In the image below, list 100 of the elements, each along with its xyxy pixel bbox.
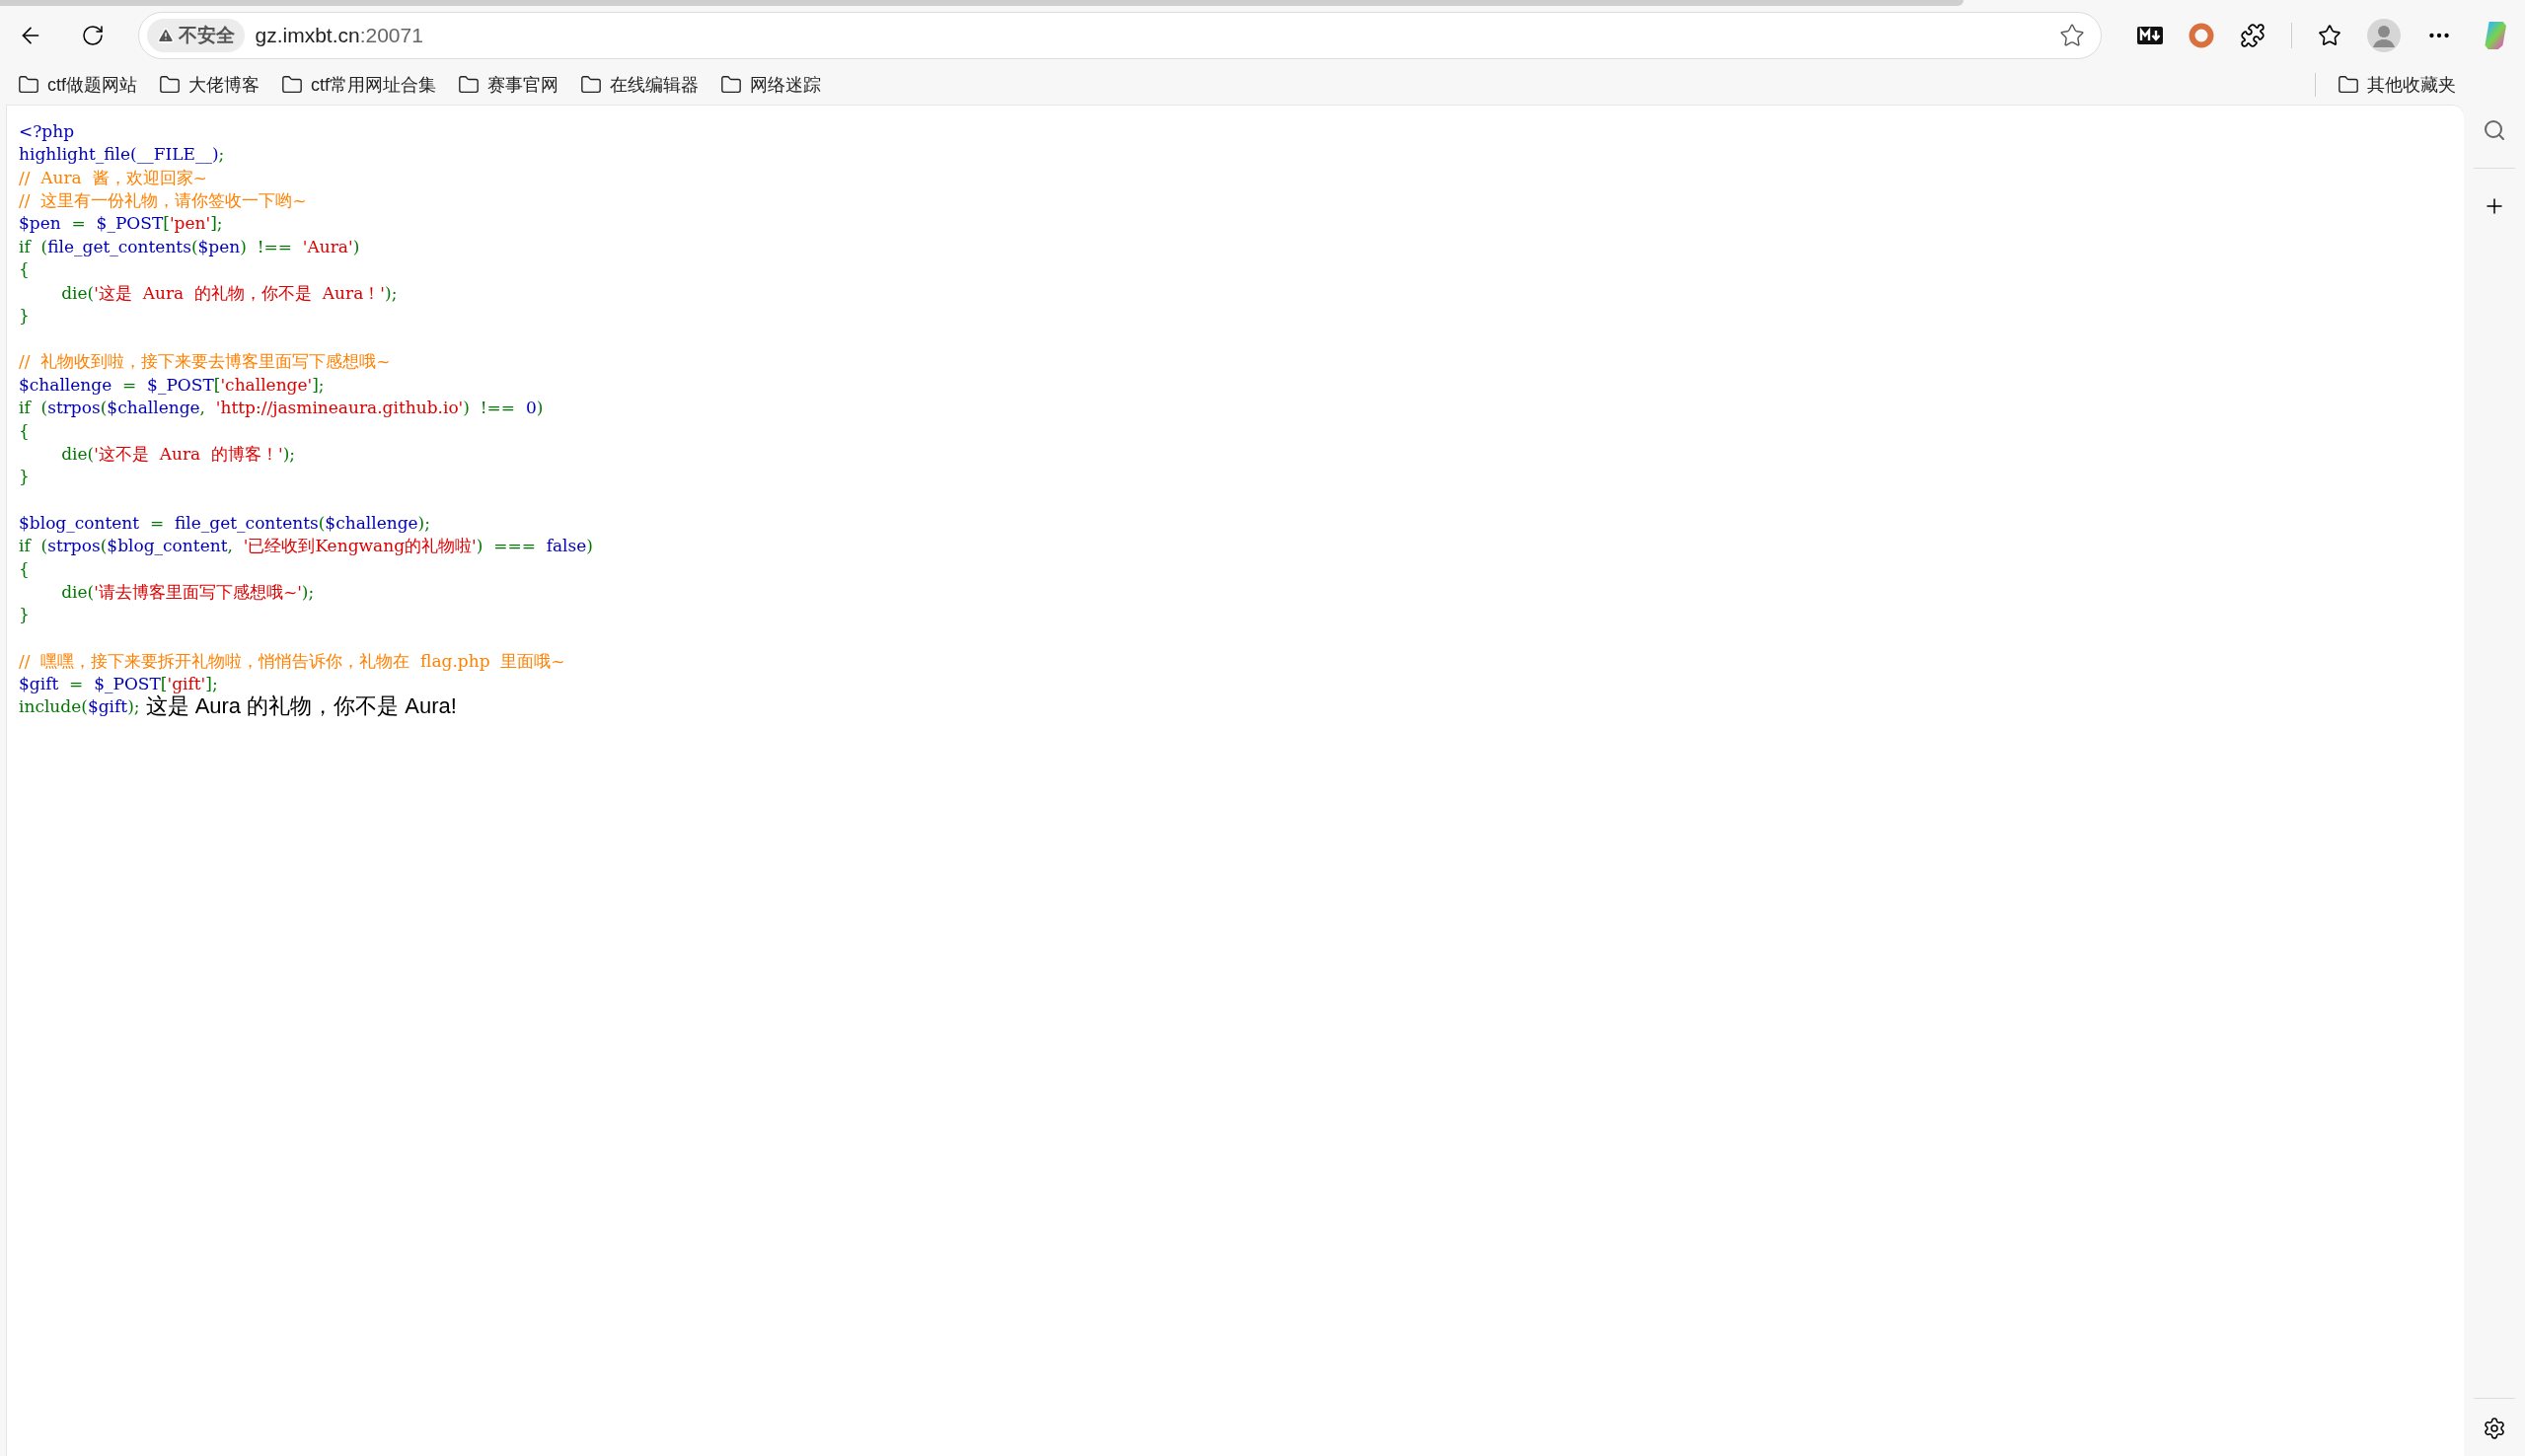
code-keyword: ); (127, 695, 140, 719)
folder-icon (2338, 74, 2359, 96)
code-identifier: $_POST (147, 373, 214, 397)
code-string: 'Aura' (302, 235, 353, 258)
code-identifier: $challenge (19, 373, 112, 397)
code-keyword: ) (586, 535, 593, 558)
ring-icon[interactable] (2189, 23, 2214, 48)
code-keyword: , (199, 397, 206, 420)
folder-icon (281, 74, 303, 96)
code-keyword: ); (385, 281, 398, 305)
code-keyword: = (68, 673, 85, 696)
code-keyword: ) !== (463, 397, 517, 420)
code-keyword: if ( (19, 235, 48, 258)
code-keyword: ) !== (240, 235, 293, 258)
extensions-icon[interactable] (2240, 23, 2265, 48)
code-keyword: die( (60, 442, 95, 466)
code-identifier: $challenge (107, 397, 200, 420)
code-identifier: highlight_file(__FILE__) (19, 143, 219, 167)
code-string: 'challenge' (220, 373, 313, 397)
security-badge[interactable]: 不安全 (147, 19, 246, 52)
code-keyword: } (19, 305, 30, 328)
bookmark-folder[interactable]: 大佬博客 (159, 71, 260, 99)
code-keyword: ]; (205, 673, 218, 696)
code-string: '这不是 Aura 的博客！' (94, 442, 283, 466)
favorite-star-icon[interactable] (2059, 23, 2085, 48)
folder-icon (159, 74, 181, 96)
code-keyword: ]; (210, 212, 223, 236)
bookmark-folder[interactable]: ctf做题网站 (18, 71, 137, 99)
warning-icon (157, 27, 176, 44)
settings-icon[interactable] (2483, 1417, 2506, 1440)
code-identifier: $blog_content (107, 535, 228, 558)
code-identifier: $_POST (94, 673, 161, 695)
code-keyword: { (19, 258, 30, 282)
code-keyword: ( (100, 397, 108, 420)
code-keyword: ( (100, 535, 108, 558)
code-keyword: { (19, 557, 30, 581)
code-identifier: strpos (47, 397, 101, 420)
code-string: 'http://jasmineaura.github.io' (215, 397, 464, 420)
search-icon[interactable] (2483, 118, 2506, 142)
code-identifier: file_get_contents (47, 235, 191, 258)
code-keyword: ); (282, 442, 296, 466)
bookmark-folder[interactable]: ctf常用网址合集 (281, 71, 437, 99)
code-string: 'pen' (169, 212, 211, 236)
code-keyword: ( (190, 235, 198, 258)
code-keyword: = (70, 212, 87, 236)
code-identifier: $blog_content (19, 511, 140, 535)
code-string: '这是 Aura 的礼物，你不是 Aura！' (94, 281, 385, 305)
code-keyword: [ (160, 673, 168, 694)
bookmark-folder[interactable]: 在线编辑器 (580, 71, 700, 99)
code-identifier: 0 (525, 397, 537, 420)
code-keyword: } (19, 604, 30, 627)
code-keyword: if ( (19, 397, 48, 420)
code-identifier: $challenge (325, 511, 418, 535)
code-keyword: ); (301, 580, 315, 604)
favorites-list-icon[interactable] (2318, 24, 2341, 47)
code-keyword: } (19, 466, 30, 489)
code-keyword: die( (60, 580, 95, 604)
code-keyword: , (227, 535, 234, 558)
security-label: 不安全 (179, 23, 236, 47)
code-keyword: ]; (312, 373, 325, 397)
address-bar[interactable]: 不安全 gz.imxbt.cn:20071 (138, 12, 2102, 59)
code-keyword: ); (417, 511, 430, 535)
code-keyword: = (148, 511, 166, 535)
code-identifier: $gift (19, 673, 59, 696)
bookmark-folder[interactable]: 赛事官网 (458, 71, 559, 99)
code-keyword: if ( (19, 535, 48, 558)
code-identifier: $gift (87, 695, 128, 719)
code-comment: // Aura 酱，欢迎回家~ (19, 166, 207, 189)
code-keyword: include( (19, 695, 88, 719)
code-keyword: ( (318, 511, 326, 535)
code-identifier: $pen (19, 212, 61, 236)
code-comment: // 礼物收到啦，接下来要去博客里面写下感想哦~ (19, 350, 391, 374)
code-keyword: { (19, 419, 30, 443)
code-string: '请去博客里面写下感想哦~' (94, 580, 302, 604)
bookmark-folder[interactable]: 其他收藏夹 (2338, 71, 2456, 99)
folder-icon (458, 74, 481, 96)
code-identifier: $pen (197, 235, 241, 258)
profile-avatar-icon[interactable] (2367, 19, 2401, 52)
code-comment: // 这里有一份礼物，请你签收一下哟~ (19, 189, 307, 213)
markdown-icon[interactable] (2137, 27, 2163, 44)
code-keyword: [ (213, 373, 221, 397)
code-identifier: strpos (47, 535, 101, 558)
code-identifier: false (546, 535, 587, 558)
code-string: 'gift' (167, 673, 206, 695)
folder-icon (580, 74, 603, 96)
bookmark-folder[interactable]: 网络迷踪 (720, 71, 822, 99)
folder-icon (18, 74, 39, 96)
code-keyword: die( (60, 281, 95, 305)
page-output-text: 这是 Aura 的礼物，你不是 Aura! (145, 693, 457, 720)
code-string: '已经收到Kengwang的礼物啦' (243, 535, 477, 558)
code-identifier: file_get_contents (175, 511, 319, 535)
code-comment: // 嘿嘿，接下来要拆开礼物啦，悄悄告诉你，礼物在 flag.php 里面哦~ (19, 649, 565, 673)
code-keyword: ) === (476, 535, 537, 558)
code-keyword: ) (536, 397, 544, 420)
reload-icon (80, 24, 105, 47)
code-keyword: [ (163, 212, 170, 236)
code-identifier: $_POST (96, 212, 164, 236)
code-keyword: = (121, 373, 138, 397)
url-text: gz.imxbt.cn:20071 (255, 23, 423, 49)
code-identifier: <?php (19, 119, 75, 143)
